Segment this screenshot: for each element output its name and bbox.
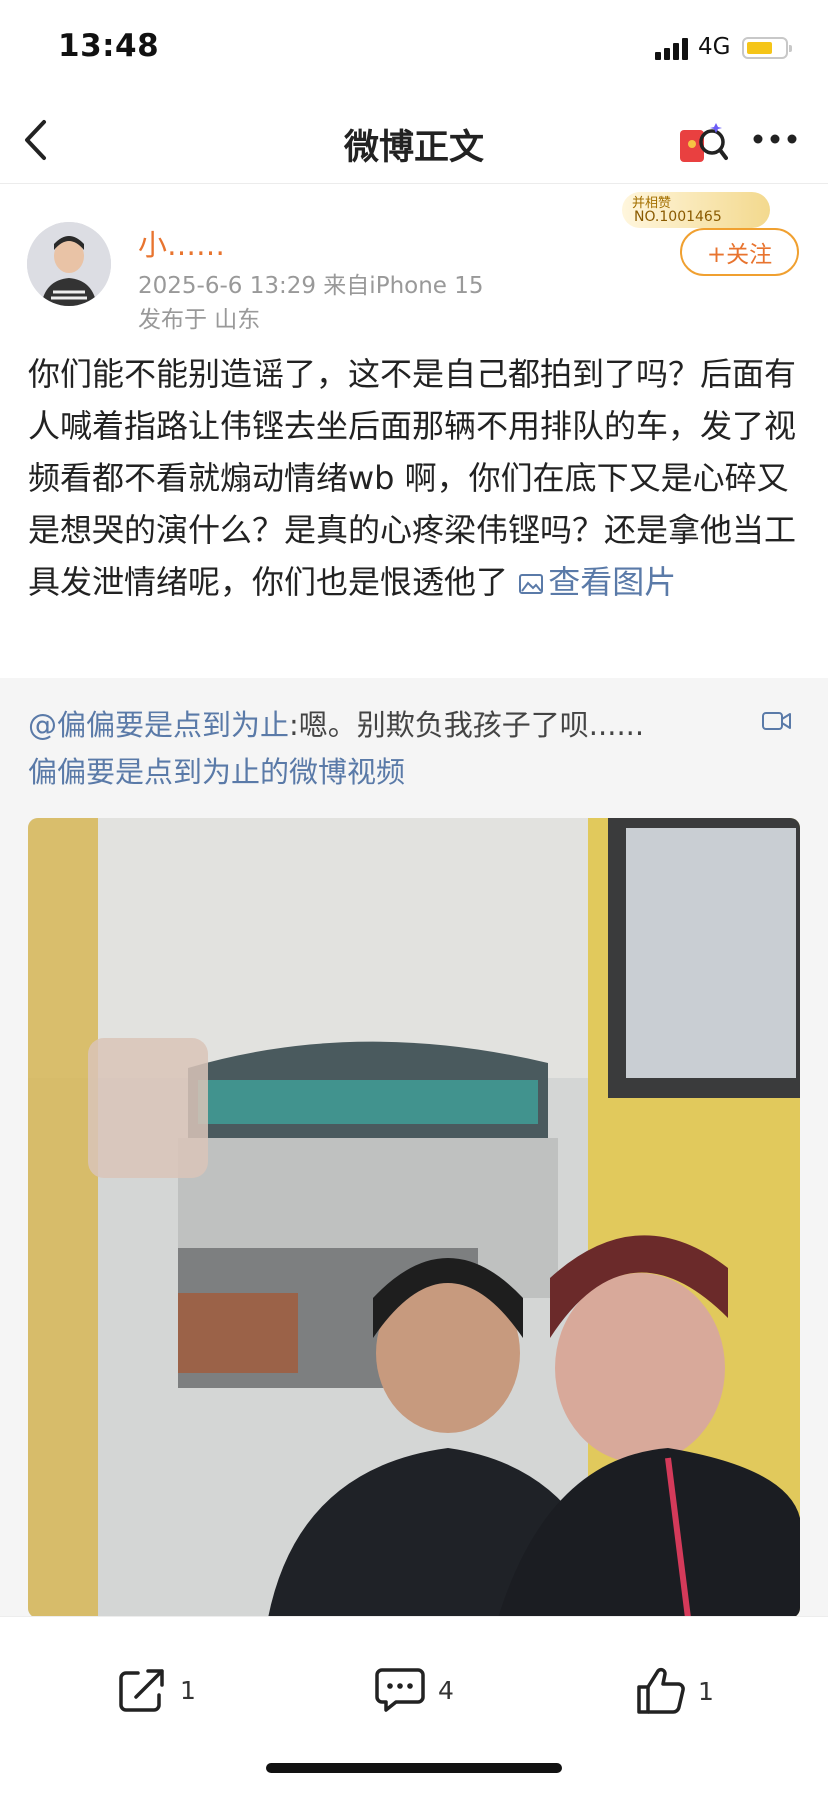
video-icon xyxy=(762,710,792,736)
home-indicator[interactable] xyxy=(266,1763,562,1773)
post-text: 你们能不能别造谣了，这不是自己都拍到了吗？后面有人喊着指路让伟铿去坐后面那辆不用… xyxy=(28,348,802,608)
more-icon[interactable] xyxy=(752,130,798,149)
status-time: 13:48 xyxy=(58,28,160,64)
like-action[interactable]: 1 xyxy=(636,1667,714,1715)
share-icon xyxy=(119,1669,164,1712)
repost-action[interactable]: 1 xyxy=(118,1667,196,1713)
repost-count: 1 xyxy=(180,1675,196,1705)
repost-mention[interactable]: @偏偏要是点到为止 xyxy=(28,708,289,742)
video-link[interactable]: 偏偏要是点到为止的微博视频 xyxy=(28,749,405,791)
comment-icon xyxy=(375,1668,425,1712)
signal-icon xyxy=(655,38,691,64)
view-pictures-label: 查看图片 xyxy=(548,563,677,601)
like-count: 1 xyxy=(698,1676,714,1706)
badge-line2: NO.1001465 xyxy=(634,209,722,225)
post-location: 发布于 山东 xyxy=(138,307,261,333)
image-icon xyxy=(519,574,544,594)
post-meta: 2025-6-6 13:29 来自iPhone 15 xyxy=(138,273,484,299)
thumbs-up-icon xyxy=(637,1667,685,1714)
repost-content: :嗯。别欺负我孩子了呗...... xyxy=(289,708,645,742)
follow-button[interactable]: +关注 xyxy=(680,228,799,276)
fan-badge: 并相赞 NO.1001465 xyxy=(622,192,770,228)
network-type: 4G xyxy=(698,34,731,60)
video-player[interactable] xyxy=(28,818,800,1618)
author-name[interactable]: 小…… xyxy=(138,222,225,264)
red-packet-icon[interactable] xyxy=(678,120,728,172)
comment-count: 4 xyxy=(438,1675,454,1705)
battery-icon xyxy=(742,37,792,59)
repost-text: @偏偏要是点到为止:嗯。别欺负我孩子了呗...... xyxy=(28,702,788,744)
avatar[interactable] xyxy=(27,222,111,306)
comment-action[interactable]: 4 xyxy=(374,1667,454,1713)
view-pictures-link[interactable]: 查看图片 xyxy=(518,563,676,601)
nav-divider xyxy=(0,183,828,184)
post-body: 你们能不能别造谣了，这不是自己都拍到了吗？后面有人喊着指路让伟铿去坐后面那辆不用… xyxy=(28,355,797,601)
